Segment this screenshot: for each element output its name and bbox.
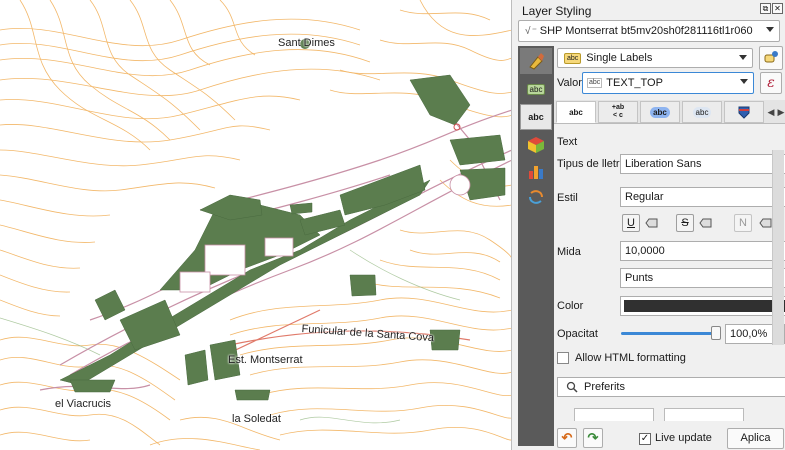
map-label-viacrucis: el Viacrucis <box>55 398 112 410</box>
label-mode-value: Single Labels <box>586 52 653 64</box>
history-icon <box>529 190 543 204</box>
tabs-scroll-right[interactable]: ▶ <box>776 103 785 121</box>
qgis-window: Sant Dimes Funicular de la Santa Cova Es… <box>0 0 785 450</box>
font-value: Liberation Sans <box>625 158 702 170</box>
layer-styling-panel: Layer Styling ⧉ ✕ √⁻ SHP Montserrat bt5m… <box>514 0 785 450</box>
layer-select-value: SHP Montserrat bt5mv20sh0f281116tl1r060 <box>539 25 753 37</box>
map-label-soledat: la Soledat <box>232 413 281 425</box>
panel-scrollbar[interactable] <box>772 150 784 345</box>
tab-history[interactable] <box>520 184 552 210</box>
undo-icon: ↶ <box>561 430 573 445</box>
map-label-est-montserrat: Est. Montserrat <box>228 354 303 366</box>
presets-button[interactable]: Preferits <box>557 377 785 397</box>
color-button[interactable] <box>620 296 785 316</box>
valor-label: Valor <box>557 77 582 89</box>
unit-select[interactable]: Punts <box>620 268 785 288</box>
map-label-sant-dimes: Sant Dimes <box>278 37 335 49</box>
tab-labels-single[interactable]: abc <box>520 76 552 102</box>
panel-bottom-bar: ↶ ↷ ✓ Live update Aplica <box>554 426 785 450</box>
map-canvas[interactable]: Sant Dimes Funicular de la Santa Cova Es… <box>0 0 512 450</box>
strikeout-button[interactable]: S <box>676 214 694 232</box>
pin-label-icon <box>764 51 778 63</box>
cube-icon <box>528 137 544 153</box>
single-labels-icon: abc <box>564 52 582 64</box>
allow-html-label: Allow HTML formatting <box>575 352 686 364</box>
size-input[interactable]: 10,0000 <box>620 241 785 261</box>
close-panel-button[interactable]: ✕ <box>772 3 783 14</box>
map-drawing <box>0 0 511 450</box>
opacity-label: Opacitat <box>557 328 598 340</box>
underline-button[interactable]: U <box>622 214 640 232</box>
section-title-text: Text <box>557 136 578 148</box>
brush-icon <box>529 53 544 70</box>
opacity-slider-handle[interactable] <box>711 326 721 340</box>
chevron-down-icon <box>739 55 747 60</box>
style-side-tabs: abc abc <box>518 46 554 446</box>
redo-icon: ↷ <box>587 430 599 445</box>
unit-value: Punts <box>625 272 654 284</box>
presets-item[interactable] <box>664 408 744 421</box>
size-label: Mida <box>557 246 581 258</box>
chevron-down-icon <box>740 79 748 84</box>
color-label: Color <box>557 300 584 312</box>
buffer-tab-icon: abc <box>650 106 670 118</box>
formatting-tab-icon: +ab < c <box>611 104 625 119</box>
opacity-slider-track[interactable] <box>621 332 717 335</box>
abc-icon: abc <box>528 112 544 122</box>
label-field-select[interactable]: abc TEXT_TOP <box>582 72 754 94</box>
text-field-icon: abc <box>587 78 603 88</box>
color-swatch <box>624 300 785 312</box>
tab-buffer[interactable]: abc <box>640 101 680 123</box>
undo-button[interactable]: ↶ <box>557 428 577 448</box>
label-field-value: TEXT_TOP <box>606 77 663 89</box>
strikeout-override-icon[interactable] <box>698 214 716 232</box>
label-icon: abc <box>526 83 546 95</box>
tab-background[interactable]: abc <box>682 101 722 123</box>
float-panel-button[interactable]: ⧉ <box>760 3 771 14</box>
chevron-down-icon <box>766 27 774 32</box>
tab-labels[interactable]: abc <box>520 104 552 130</box>
text-settings-form: Text Tipus de lletra Liberation Sans Est… <box>554 126 785 421</box>
text-tab-icon: abc <box>569 107 583 117</box>
kerning-button[interactable]: N <box>734 214 752 232</box>
data-defined-icon <box>645 218 658 228</box>
data-defined-icon <box>699 218 712 228</box>
presets-label: Preferits <box>584 381 625 393</box>
search-icon <box>566 381 578 393</box>
checkmark-icon: ✓ <box>640 433 650 444</box>
tabs-scroll-left[interactable]: ◀ <box>766 103 776 121</box>
label-mode-select[interactable]: abc Single Labels <box>557 48 753 68</box>
style-value: Regular <box>625 191 664 203</box>
font-select[interactable]: Liberation Sans <box>620 154 785 174</box>
allow-html-checkbox[interactable] <box>557 352 569 364</box>
shield-icon <box>738 106 750 119</box>
tab-diagrams[interactable] <box>520 158 552 184</box>
tab-symbology[interactable] <box>520 48 552 74</box>
font-label: Tipus de lletra <box>557 158 626 170</box>
background-tab-icon: abc <box>692 106 712 118</box>
buildings <box>59 74 506 401</box>
size-value: 10,0000 <box>625 245 665 257</box>
diagram-icon <box>529 166 543 179</box>
redo-button[interactable]: ↷ <box>583 428 603 448</box>
underline-override-icon[interactable] <box>644 214 662 232</box>
panel-title: Layer Styling <box>522 4 592 18</box>
layer-select[interactable]: √⁻ SHP Montserrat bt5mv20sh0f281116tl1r0… <box>518 20 780 42</box>
tab-3d[interactable] <box>520 132 552 158</box>
line-layer-icon: √⁻ <box>525 25 536 37</box>
tab-shadow[interactable] <box>724 101 764 123</box>
presets-item[interactable] <box>574 408 654 421</box>
style-label: Estil <box>557 192 578 204</box>
live-update-checkbox[interactable]: ✓ <box>639 433 651 445</box>
live-update-label: Live update <box>655 432 712 444</box>
label-settings-tabs: abc +ab < c abc abc ◀ ▶ <box>554 100 785 124</box>
expression-button[interactable]: ε <box>760 72 782 94</box>
tab-formatting[interactable]: +ab < c <box>598 101 638 123</box>
style-select[interactable]: Regular <box>620 187 785 207</box>
apply-button[interactable]: Aplica <box>727 428 784 449</box>
labels-content: abc Single Labels Valor abc TEXT_TOP ε a… <box>554 46 785 450</box>
label-toolbar-button[interactable] <box>759 46 783 70</box>
tab-text[interactable]: abc <box>556 101 596 123</box>
